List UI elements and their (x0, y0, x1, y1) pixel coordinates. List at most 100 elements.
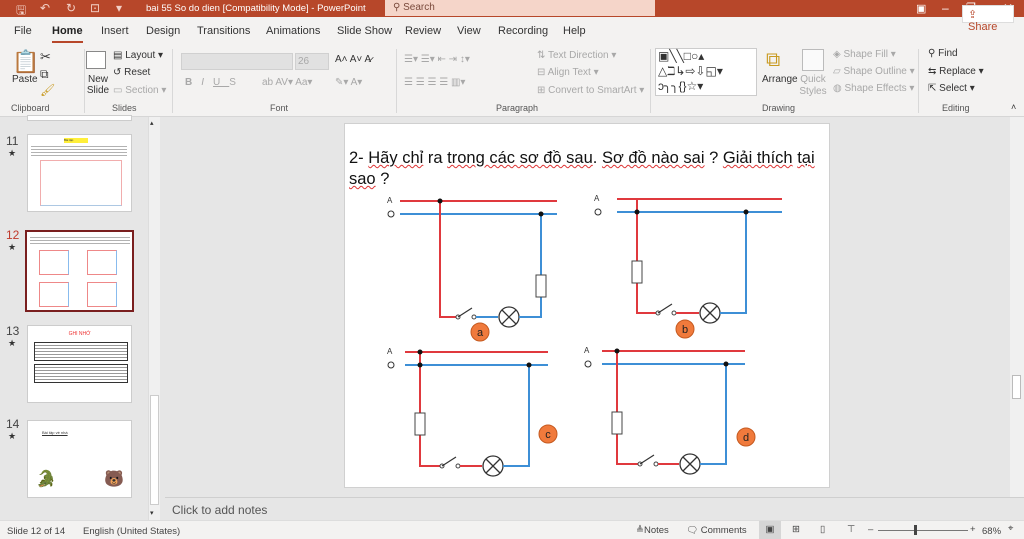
tab-home[interactable]: Home (52, 25, 83, 43)
shape-fill-button[interactable]: ◈ Shape Fill ▾ (833, 49, 896, 60)
list-indent-icons[interactable]: ☰▾ ☰▾ ⇤ ⇥ ↕▾ (404, 54, 470, 65)
notes-pane[interactable]: Click to add notes (165, 497, 1024, 520)
junction-dot (614, 348, 620, 354)
minimize-button[interactable]: – (942, 1, 949, 15)
format-painter-icon[interactable]: 🖌 (40, 83, 55, 97)
new-slide-icon[interactable] (86, 51, 106, 69)
branch-wire (419, 352, 441, 467)
convert-smartart-button[interactable]: ⊞ Convert to SmartArt ▾ (537, 85, 644, 96)
redo-icon[interactable]: ↻ (66, 1, 76, 15)
tab-review[interactable]: Review (405, 25, 441, 37)
quick-styles-button[interactable]: Quick Styles (798, 74, 828, 98)
junction-dot (538, 211, 544, 217)
zoom-out-button[interactable]: – (868, 524, 873, 535)
cut-icon[interactable]: ✂ (40, 49, 51, 65)
collapse-ribbon-icon[interactable]: ˄ (1011, 102, 1016, 112)
alignment-icons[interactable]: ☰ ☰ ☰ ☰ ▥▾ (404, 77, 465, 88)
arrange-icon[interactable]: ⧉ (766, 49, 780, 72)
tab-file[interactable]: File (14, 25, 32, 37)
thumbnail-scrollbar[interactable]: ▴ ▾ (148, 117, 160, 520)
shapes-gallery[interactable]: ▣╲╲□○▴ △ℶ↳⇨⇩◱▾ ↄ╮╮{}☆▾ (655, 48, 757, 96)
text-direction-button[interactable]: ⇅ Text Direction ▾ (537, 50, 616, 61)
junction-dot (417, 362, 423, 368)
thumbnail-slide-12-selected[interactable] (25, 230, 134, 312)
slide-canvas[interactable]: 2- Hãy chỉ ra trong các sơ đồ sau. Sơ đồ… (344, 123, 830, 488)
start-slideshow-icon[interactable]: ⊡ (90, 1, 100, 15)
undo-icon[interactable]: ↶ (40, 1, 50, 15)
quick-styles-icon[interactable] (802, 49, 824, 71)
status-bar: Slide 12 of 14 English (United States) ≜… (0, 520, 1024, 539)
ribbon-display-icon[interactable]: ▣ (916, 2, 926, 15)
fuse-icon (535, 274, 547, 298)
language-indicator[interactable]: English (United States) (83, 526, 180, 537)
zoom-slider-thumb[interactable] (914, 525, 918, 535)
junction-dot (417, 349, 423, 355)
font-size-dropdown[interactable]: 26 (295, 53, 329, 70)
thumbnail-previous[interactable] (27, 115, 132, 121)
ribbon-tabs: File Home Insert Design Transitions Animation… (0, 17, 1024, 45)
zoom-in-button[interactable]: + (970, 524, 976, 535)
find-button[interactable]: ⚲ Find (928, 48, 958, 59)
tab-view[interactable]: View (457, 25, 481, 37)
diagram-label: a (477, 327, 484, 339)
switch-contact (455, 463, 461, 469)
spacing-case-icons[interactable]: ab AV▾ Aa▾ (262, 77, 312, 88)
search-box[interactable]: ⚲ Search (385, 0, 655, 16)
share-button[interactable]: ⇪ Share (962, 5, 1014, 33)
switch-contact (653, 461, 659, 467)
replace-button[interactable]: ⇆ Replace ▾ (928, 66, 984, 77)
tab-help[interactable]: Help (563, 25, 586, 37)
document-title: bai 55 So do dien [Compatibility Mode] -… (146, 3, 366, 14)
reading-view-button[interactable]: ▯ (820, 524, 825, 535)
branch-wire (616, 351, 639, 465)
fit-to-window-icon[interactable]: ⌖ (1008, 523, 1013, 534)
reset-button[interactable]: ↺ Reset (113, 67, 150, 78)
highlight-fontcolor-icons[interactable]: ✎▾ A▾ (335, 77, 362, 88)
scroll-thumb[interactable] (150, 395, 159, 505)
branch-wire (439, 201, 457, 318)
zoom-slider[interactable] (878, 530, 968, 531)
tab-insert[interactable]: Insert (101, 25, 129, 37)
layout-button[interactable]: ▤ Layout ▾ (113, 50, 163, 61)
slideshow-button[interactable]: ⊤ (847, 524, 855, 535)
group-font: Font (270, 103, 289, 113)
comments-button[interactable]: 🗨 Comments (686, 525, 747, 536)
tab-design[interactable]: Design (146, 25, 180, 37)
new-slide-button[interactable]: New Slide (84, 74, 112, 96)
copy-icon[interactable]: ⧉ (40, 67, 49, 82)
thumbnail-slide-13[interactable]: GHI NHỚ (27, 325, 132, 403)
circuit-diagrams: Aa Ab Ac Ad (387, 194, 782, 477)
grow-shrink-font-icons[interactable]: A˄ A˅ A̷ (335, 54, 371, 65)
align-text-button[interactable]: ⊟ Align Text ▾ (537, 67, 599, 78)
animation-star-icon: ★ (8, 431, 17, 441)
tab-slide-show[interactable]: Slide Show (337, 25, 392, 37)
font-format-buttons[interactable]: BIUS (185, 77, 245, 88)
slide-number: 13 (6, 324, 20, 338)
normal-view-button[interactable]: ▣ (759, 521, 781, 539)
thumbnail-slide-14[interactable]: Bài tập về nhà 🐊 🐻 (27, 420, 132, 498)
tab-animations[interactable]: Animations (266, 25, 320, 37)
scroll-thumb[interactable] (1012, 375, 1021, 399)
arrange-button[interactable]: Arrange (762, 74, 798, 85)
scroll-down-icon[interactable]: ▾ (150, 509, 154, 517)
shape-effects-button[interactable]: ◍ Shape Effects ▾ (833, 83, 914, 94)
slide-number: 14 (6, 417, 20, 431)
shape-outline-button[interactable]: ▱ Shape Outline ▾ (833, 66, 915, 77)
select-button[interactable]: ⇱ Select ▾ (928, 83, 975, 94)
scroll-up-icon[interactable]: ▴ (150, 119, 154, 127)
font-name-dropdown[interactable] (181, 53, 293, 70)
tab-transitions[interactable]: Transitions (197, 25, 250, 37)
slide-sorter-button[interactable]: ⊞ (792, 524, 800, 535)
animation-star-icon: ★ (8, 338, 17, 348)
slide-scrollbar[interactable] (1010, 117, 1024, 497)
tab-recording[interactable]: Recording (498, 25, 548, 37)
switch-contact (471, 314, 477, 320)
paste-icon[interactable]: 📋 (12, 49, 39, 75)
paste-button[interactable]: Paste (12, 74, 38, 85)
section-button[interactable]: ▭ Section ▾ (113, 85, 166, 96)
thumbnail-slide-11[interactable]: Bài tập (27, 134, 132, 212)
customize-toolbar-icon[interactable]: ▾ (116, 1, 122, 15)
group-drawing: Drawing (762, 103, 796, 113)
zoom-level[interactable]: 68% (982, 526, 1001, 537)
notes-button[interactable]: ≜Notes (636, 525, 669, 536)
